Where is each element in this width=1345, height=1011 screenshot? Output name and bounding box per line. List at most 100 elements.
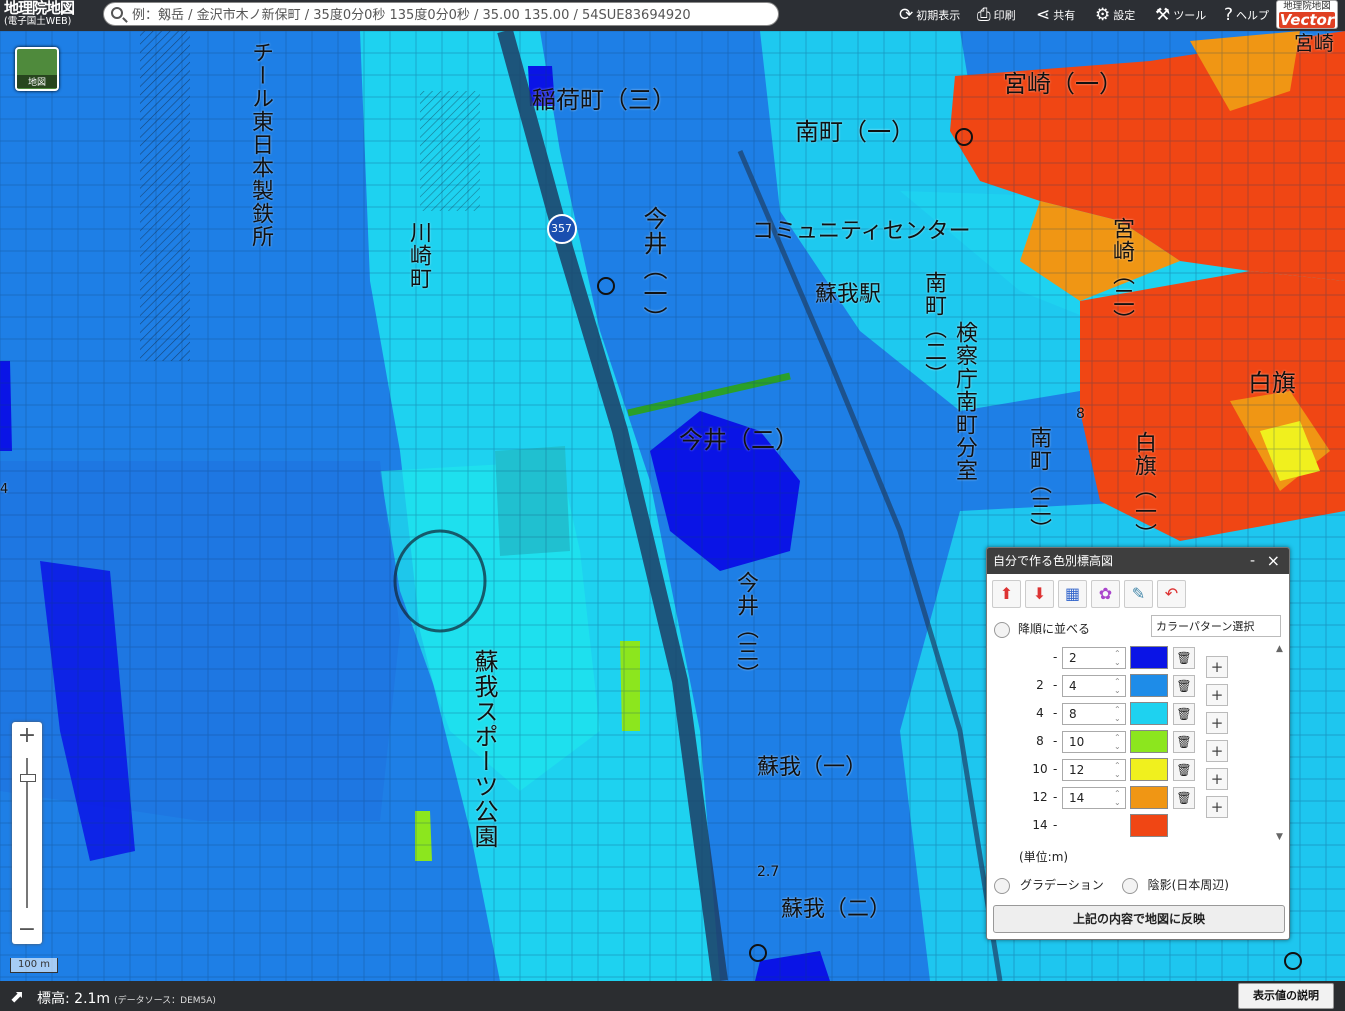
label-shirahata-1: 白旗（一） [1131, 431, 1156, 546]
label-route-357: 357 [551, 222, 572, 235]
palette-icon[interactable]: ✿ [1091, 580, 1120, 608]
color-swatch[interactable] [1130, 814, 1168, 837]
help-label: ヘルプ [1236, 9, 1270, 22]
delete-row-icon[interactable]: 🗑 [1173, 759, 1195, 781]
label-kawasaki: 川崎町 [406, 221, 431, 290]
settings-button[interactable]: ⚙ 設定 [1095, 4, 1135, 26]
color-range-row: 12 - 14 🗑 [993, 786, 1223, 810]
zoom-control[interactable]: + − [12, 722, 42, 944]
color-range-row: 2 - 4 🗑 [993, 674, 1223, 698]
custom-color-elevation-panel[interactable]: 自分で作る色別標高図 - × ⬆ ⬇ ▦ ✿ ✎ ↶ 降順に並べる カラーパター… [986, 547, 1290, 940]
printer-icon: ⎙ [977, 4, 991, 25]
elevation-value: 標高: 2.1m [37, 991, 111, 1007]
label-minamicho-2: 南町（二） [921, 271, 946, 386]
label-miyazaki-2: 宮崎（二） [1109, 217, 1134, 332]
label-imai-1: 今井（一） [639, 206, 667, 331]
scroll-down-icon[interactable]: ▼ [1276, 832, 1283, 842]
reset-view-button[interactable]: ⟳ 初期表示 [899, 4, 960, 26]
delete-row-icon[interactable]: 🗑 [1173, 731, 1195, 753]
descending-radio[interactable] [994, 621, 1010, 638]
delete-row-icon[interactable]: 🗑 [1173, 703, 1195, 725]
color-range-row: 8 - 10 🗑 [993, 730, 1223, 754]
panel-close-button[interactable]: × [1267, 548, 1280, 574]
gradation-checkbox[interactable] [994, 877, 1010, 894]
panel-minimize-button[interactable]: - [1250, 548, 1255, 574]
color-range-list[interactable]: - 2 🗑 2 - 4 🗑 4 - 8 🗑 8 - 10 🗑 10 [993, 642, 1277, 842]
refresh-icon: ⟳ [899, 4, 914, 25]
range-upper-input[interactable]: 14 [1062, 787, 1126, 809]
layer-icon[interactable]: ▦ [1058, 580, 1087, 608]
label-miyazaki-edge: 宮崎 [1294, 31, 1334, 55]
shading-checkbox[interactable] [1121, 877, 1138, 894]
range-upper-input[interactable]: 2 [1062, 647, 1126, 669]
panel-scrollbar[interactable]: ▲ ▼ [1276, 644, 1288, 842]
delete-row-icon[interactable]: 🗑 [1173, 675, 1195, 697]
tools-button[interactable]: ⚒ ツール [1155, 4, 1206, 26]
basemap-switch-button[interactable]: 地図 [15, 47, 59, 91]
help-button[interactable]: ? ヘルプ [1224, 4, 1269, 26]
color-swatch[interactable] [1130, 758, 1168, 781]
range-upper-input[interactable]: 4 [1062, 675, 1126, 697]
label-elev-2-7: 2.7 [757, 864, 780, 880]
scroll-up-icon[interactable]: ▲ [1276, 644, 1283, 654]
add-row-button[interactable]: + [1206, 768, 1228, 790]
color-range-row: 14 - [993, 814, 1223, 838]
add-row-button[interactable]: + [1206, 796, 1228, 818]
color-swatch[interactable] [1130, 702, 1168, 725]
range-dash: - [1053, 650, 1058, 664]
color-pattern-select[interactable]: カラーパターン選択 [1151, 615, 1281, 637]
tools-label: ツール [1173, 9, 1207, 22]
load-file-icon[interactable]: ⬆ [992, 580, 1021, 608]
range-dash: - [1053, 734, 1058, 748]
label-miyazaki-1: 宮崎（一） [1003, 70, 1123, 98]
label-soga-2: 蘇我（二） [781, 897, 892, 922]
label-soga-station: 蘇我駅 [815, 282, 882, 307]
zoom-slider-handle[interactable] [20, 774, 36, 782]
zoom-out-button[interactable]: − [12, 916, 42, 944]
range-upper-input[interactable]: 12 [1062, 759, 1126, 781]
delete-row-icon[interactable]: 🗑 [1173, 787, 1195, 809]
data-source: (データソース：DEM5A) [114, 996, 216, 1006]
search-input[interactable] [130, 5, 774, 25]
label-elev-8: 8 [1076, 406, 1085, 422]
site-logo[interactable]: 地理院地図 (電子国土WEB) [4, 1, 100, 27]
reset-view-label: 初期表示 [916, 9, 961, 22]
descending-option[interactable]: 降順に並べる [994, 620, 1090, 638]
add-row-button[interactable]: + [1206, 712, 1228, 734]
label-shirahata: 白旗 [1248, 369, 1296, 397]
print-button[interactable]: ⎙ 印刷 [977, 4, 1016, 26]
search-icon[interactable] [111, 7, 123, 19]
label-inaricho: 稲荷町（三） [532, 86, 676, 114]
pick-color-icon[interactable]: ✎ [1124, 580, 1153, 608]
range-dash: - [1053, 706, 1058, 720]
range-upper-input[interactable]: 10 [1062, 731, 1126, 753]
zoom-in-button[interactable]: + [12, 722, 42, 750]
delete-row-icon[interactable]: 🗑 [1173, 647, 1195, 669]
explain-values-button[interactable]: 表示値の説明 [1238, 983, 1334, 1009]
color-swatch[interactable] [1130, 646, 1168, 669]
undo-icon[interactable]: ↶ [1157, 580, 1186, 608]
add-row-button[interactable]: + [1206, 656, 1228, 678]
expand-arrow-icon[interactable]: ⬈ [10, 987, 24, 1007]
add-row-button[interactable]: + [1206, 740, 1228, 762]
range-upper-input[interactable]: 8 [1062, 703, 1126, 725]
elevation-readout: 標高: 2.1m (データソース：DEM5A) [37, 988, 216, 1008]
color-range-row: 4 - 8 🗑 [993, 702, 1223, 726]
apply-to-map-button[interactable]: 上記の内容で地図に反映 [993, 905, 1285, 933]
color-swatch[interactable] [1130, 674, 1168, 697]
label-jfe-steel: チール東日本製鉄所 [248, 41, 273, 248]
shading-label: 陰影(日本周辺) [1147, 878, 1229, 892]
add-row-button[interactable]: + [1206, 684, 1228, 706]
unit-label: (単位:m) [1019, 850, 1069, 864]
label-sports-park: 蘇我スポーツ公園 [470, 649, 498, 849]
descending-label: 降順に並べる [1018, 622, 1091, 636]
panel-header[interactable]: 自分で作る色別標高図 - × [987, 548, 1289, 574]
color-swatch[interactable] [1130, 730, 1168, 753]
save-file-icon[interactable]: ⬇ [1025, 580, 1054, 608]
search-box[interactable] [103, 2, 779, 26]
settings-label: 設定 [1113, 9, 1136, 22]
color-swatch[interactable] [1130, 786, 1168, 809]
share-label: 共有 [1053, 9, 1076, 22]
share-button[interactable]: ⋖ 共有 [1036, 4, 1075, 26]
vector-map-link[interactable]: 地理院地図 Vector [1276, 0, 1338, 29]
